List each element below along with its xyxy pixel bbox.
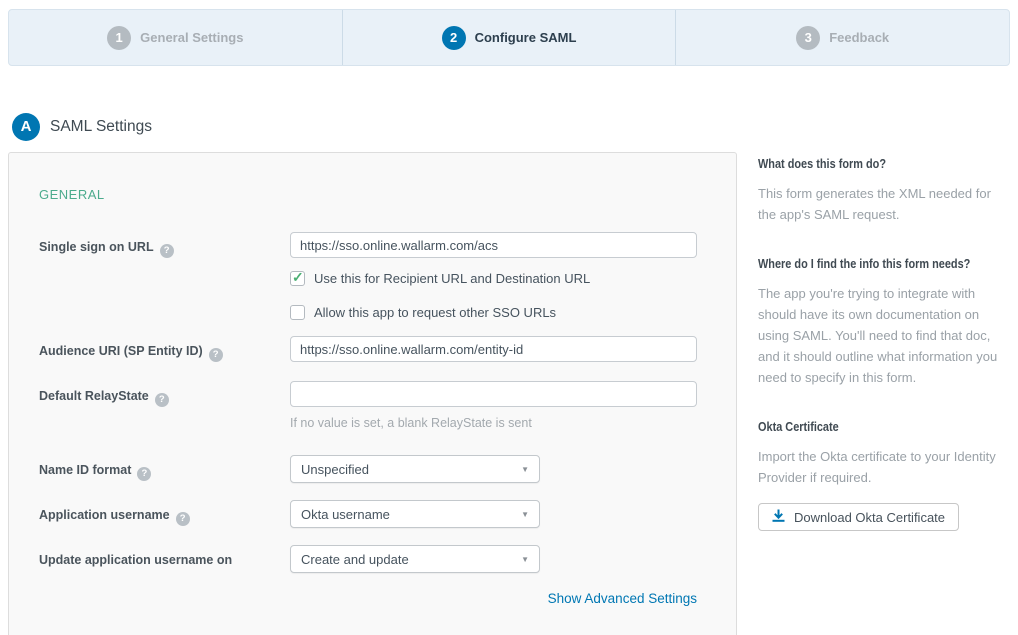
show-advanced-settings-link[interactable]: Show Advanced Settings (548, 591, 697, 606)
relay-state-label: Default RelayState (39, 389, 149, 403)
help-sidebar: What does this form do? This form genera… (758, 152, 1010, 531)
wizard-stepper: 1 General Settings 2 Configure SAML 3 Fe… (8, 9, 1010, 66)
help-icon[interactable]: ? (137, 467, 151, 481)
step-feedback[interactable]: 3 Feedback (676, 10, 1009, 65)
other-sso-checkbox-row: Allow this app to request other SSO URLs (290, 305, 697, 320)
help-body-form-purpose: This form generates the XML needed for t… (758, 183, 1010, 225)
general-group-heading: GENERAL (30, 187, 715, 202)
audience-uri-field-col (290, 336, 697, 362)
help-icon[interactable]: ? (160, 244, 174, 258)
app-username-value: Okta username (301, 507, 390, 522)
name-id-format-select[interactable]: Unspecified ▼ (290, 455, 540, 483)
step-label: Feedback (829, 30, 889, 45)
audience-uri-label: Audience URI (SP Entity ID) (39, 344, 203, 358)
sso-url-field-col: ✓ Use this for Recipient URL and Destina… (290, 232, 697, 320)
relay-state-field-col: If no value is set, a blank RelayState i… (290, 381, 697, 430)
help-icon[interactable]: ? (176, 512, 190, 526)
update-username-label: Update application username on (39, 553, 232, 567)
chevron-down-icon: ▼ (521, 465, 529, 474)
name-id-format-field-col: Unspecified ▼ (290, 455, 540, 483)
audience-uri-label-col: Audience URI (SP Entity ID)? (30, 336, 290, 362)
name-id-format-label-col: Name ID format? (30, 455, 290, 483)
step-number-badge: 1 (107, 26, 131, 50)
step-configure-saml[interactable]: 2 Configure SAML (343, 10, 677, 65)
saml-settings-header: A SAML Settings (0, 113, 1018, 141)
recipient-checkbox-label: Use this for Recipient URL and Destinati… (314, 271, 590, 286)
step-label: General Settings (140, 30, 243, 45)
help-icon[interactable]: ? (155, 393, 169, 407)
download-icon (772, 509, 785, 525)
step-number-badge: 2 (442, 26, 466, 50)
checkmark-icon: ✓ (292, 269, 304, 286)
help-heading-find-info: Where do I find the info this form needs… (758, 256, 970, 271)
sso-url-label: Single sign on URL (39, 240, 154, 254)
help-icon[interactable]: ? (209, 348, 223, 362)
step-label: Configure SAML (475, 30, 577, 45)
sso-url-row: Single sign on URL? ✓ Use this for Recip… (30, 232, 715, 320)
sso-url-input[interactable] (290, 232, 697, 258)
help-heading-form-purpose: What does this form do? (758, 156, 970, 171)
other-sso-checkbox-label: Allow this app to request other SSO URLs (314, 305, 556, 320)
audience-uri-row: Audience URI (SP Entity ID)? (30, 336, 715, 362)
update-username-value: Create and update (301, 552, 409, 567)
app-username-label-col: Application username? (30, 500, 290, 528)
audience-uri-input[interactable] (290, 336, 697, 362)
name-id-format-value: Unspecified (301, 462, 369, 477)
relay-state-label-col: Default RelayState? (30, 381, 290, 430)
recipient-checkbox-row: ✓ Use this for Recipient URL and Destina… (290, 271, 697, 286)
relay-state-hint: If no value is set, a blank RelayState i… (290, 416, 697, 430)
saml-settings-panel: GENERAL Single sign on URL? ✓ Use this f… (8, 152, 737, 635)
help-body-find-info: The app you're trying to integrate with … (758, 283, 1010, 388)
download-okta-certificate-button[interactable]: Download Okta Certificate (758, 503, 959, 531)
name-id-format-label: Name ID format (39, 463, 131, 477)
app-username-field-col: Okta username ▼ (290, 500, 540, 528)
page-title: SAML Settings (50, 118, 152, 136)
content-area: GENERAL Single sign on URL? ✓ Use this f… (0, 152, 1018, 635)
step-number-badge: 3 (796, 26, 820, 50)
update-username-select[interactable]: Create and update ▼ (290, 545, 540, 573)
other-sso-checkbox[interactable] (290, 305, 305, 320)
download-button-label: Download Okta Certificate (794, 510, 945, 525)
update-username-row: Update application username on Create an… (30, 545, 715, 573)
relay-state-row: Default RelayState? If no value is set, … (30, 381, 715, 430)
app-username-row: Application username? Okta username ▼ (30, 500, 715, 528)
relay-state-input[interactable] (290, 381, 697, 407)
app-username-label: Application username (39, 508, 170, 522)
chevron-down-icon: ▼ (521, 510, 529, 519)
help-heading-okta-certificate: Okta Certificate (758, 419, 970, 434)
chevron-down-icon: ▼ (521, 555, 529, 564)
sso-url-label-col: Single sign on URL? (30, 232, 290, 320)
update-username-label-col: Update application username on (30, 545, 290, 573)
name-id-format-row: Name ID format? Unspecified ▼ (30, 455, 715, 483)
section-a-badge: A (12, 113, 40, 141)
advanced-settings-row: Show Advanced Settings (30, 590, 697, 608)
step-general-settings[interactable]: 1 General Settings (9, 10, 343, 65)
app-username-select[interactable]: Okta username ▼ (290, 500, 540, 528)
update-username-field-col: Create and update ▼ (290, 545, 540, 573)
recipient-checkbox[interactable]: ✓ (290, 271, 305, 286)
help-body-okta-certificate: Import the Okta certificate to your Iden… (758, 446, 1010, 488)
